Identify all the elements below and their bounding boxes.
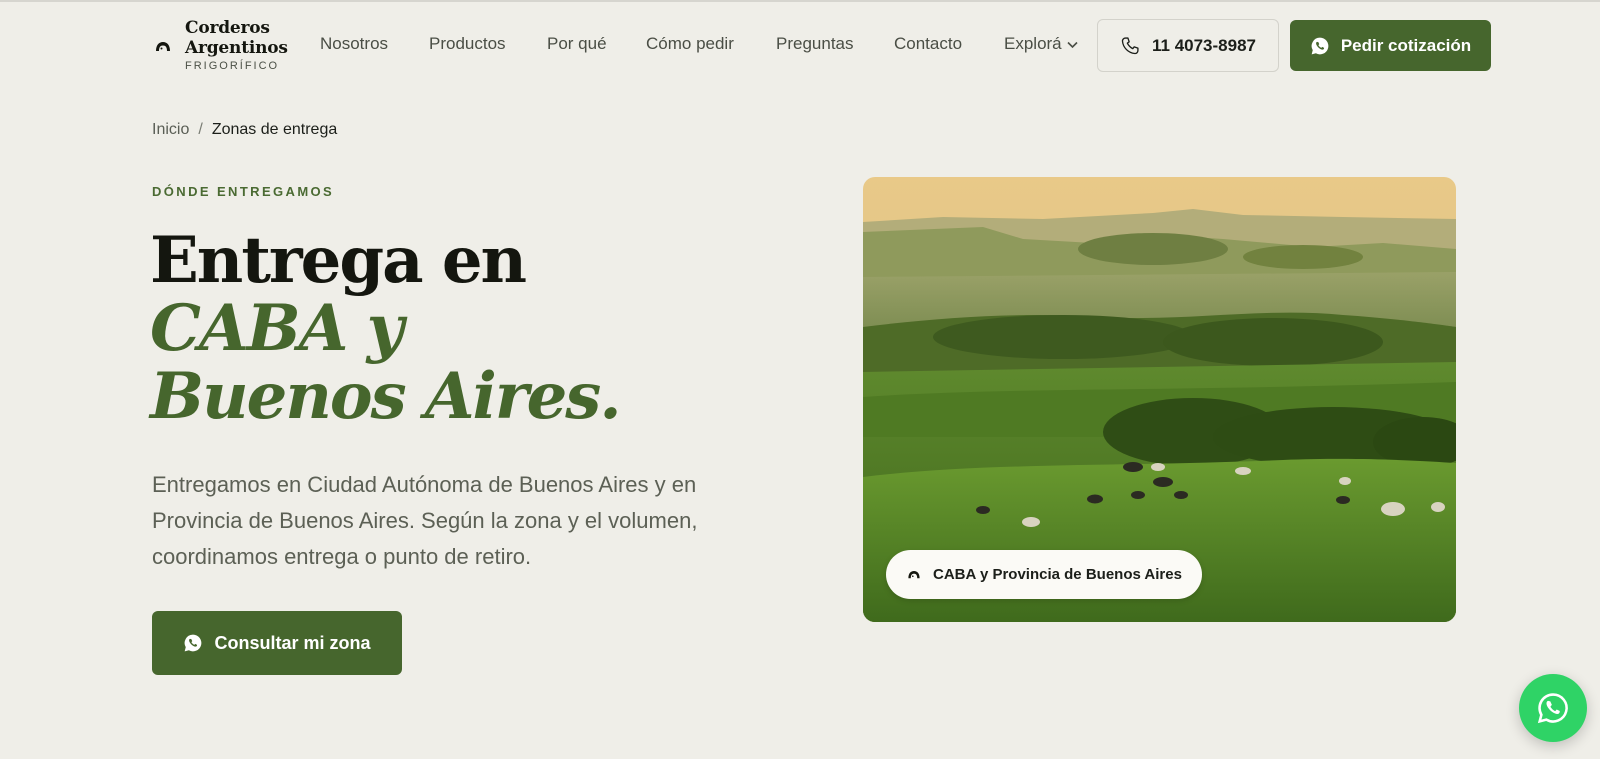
nav-item-productos[interactable]: Productos <box>429 34 506 54</box>
chevron-down-icon <box>1067 41 1078 48</box>
hero-eyebrow: DÓNDE ENTREGAMOS <box>152 184 335 199</box>
phone-icon <box>1121 36 1139 54</box>
hero-lead: Entregamos en Ciudad Autónoma de Buenos … <box>152 472 698 569</box>
page-title-line2: CABA y <box>150 291 404 366</box>
brand-name-line2: Argentinos <box>185 38 288 58</box>
phone-label: 11 4073-8987 <box>1152 35 1256 55</box>
nav-item-preguntas[interactable]: Preguntas <box>776 34 854 54</box>
whatsapp-float-button[interactable] <box>1519 674 1587 742</box>
nav-item-por-que[interactable]: Por qué <box>547 34 607 54</box>
brand-logo[interactable]: Corderos Argentinos FRIGORÍFICO <box>153 18 288 72</box>
breadcrumb-home[interactable]: Inicio <box>152 121 189 139</box>
page-title: Entrega en CABA y Buenos Aires. <box>150 223 622 434</box>
whatsapp-icon <box>1537 693 1568 724</box>
site-header: Corderos Argentinos FRIGORÍFICO Nosotros… <box>0 0 1600 92</box>
nav-item-explora[interactable]: Explorá <box>1004 34 1078 54</box>
nav-item-contacto[interactable]: Contacto <box>894 34 962 54</box>
breadcrumb: Inicio / Zonas de entrega <box>152 121 337 139</box>
consult-zone-button[interactable]: Consultar mi zona <box>152 611 402 675</box>
lamb-icon <box>908 570 920 578</box>
lamb-icon <box>156 42 170 51</box>
quote-button[interactable]: Pedir cotización <box>1290 20 1491 71</box>
nav-item-nosotros[interactable]: Nosotros <box>320 34 388 54</box>
breadcrumb-separator: / <box>198 121 203 138</box>
page-title-line3: Buenos Aires. <box>150 359 622 434</box>
brand-name-line1: Corderos <box>185 18 270 38</box>
nav-item-como-pedir[interactable]: Cómo pedir <box>646 34 734 54</box>
explora-label: Explorá <box>1004 34 1062 53</box>
image-location-badge: CABA y Provincia de Buenos Aires <box>886 550 1202 599</box>
brand-tagline: FRIGORÍFICO <box>185 60 280 72</box>
image-badge-label: CABA y Provincia de Buenos Aires <box>933 566 1182 583</box>
breadcrumb-current: Zonas de entrega <box>211 121 338 138</box>
consult-zone-label: Consultar mi zona <box>214 632 371 653</box>
whatsapp-icon <box>185 634 202 652</box>
whatsapp-icon <box>1311 37 1329 54</box>
page-title-line1: Entrega en <box>150 223 527 298</box>
quote-label: Pedir cotización <box>1340 35 1472 55</box>
phone-button[interactable]: 11 4073-8987 <box>1097 19 1279 72</box>
